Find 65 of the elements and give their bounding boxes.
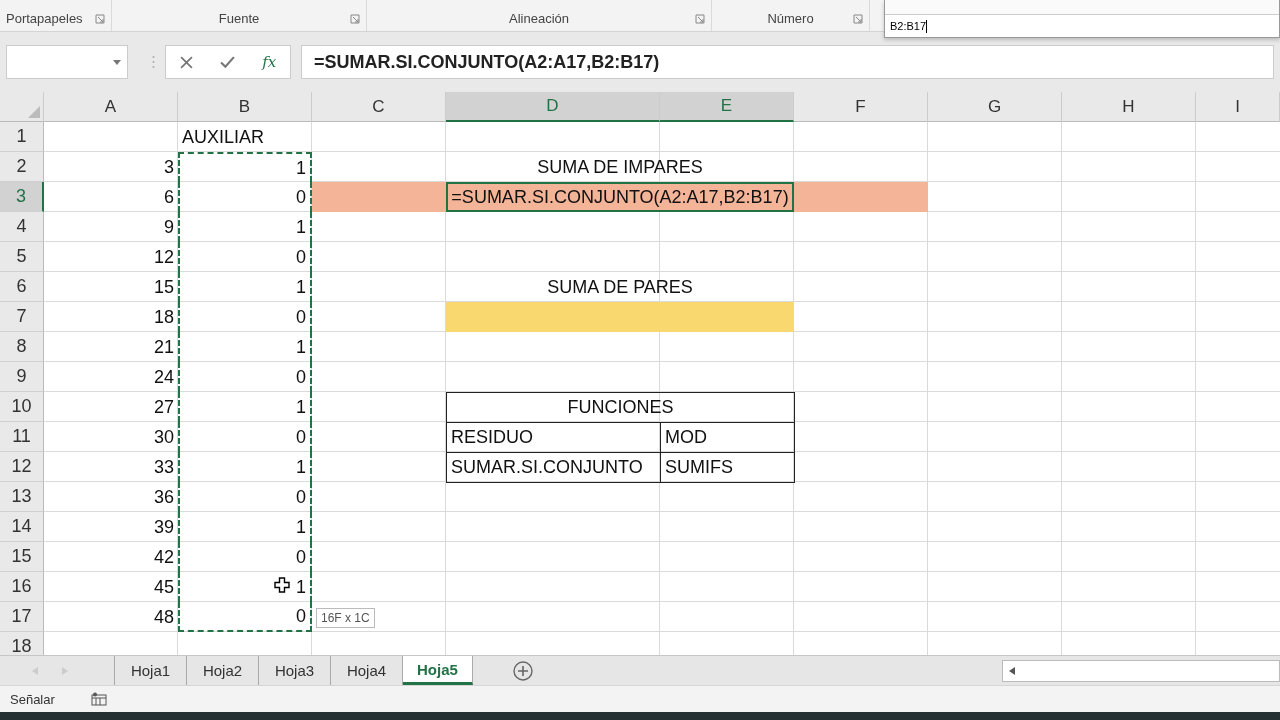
row-header[interactable]: 11: [0, 422, 44, 452]
row-header[interactable]: 8: [0, 332, 44, 362]
row-header[interactable]: 2: [0, 152, 44, 182]
table-cell: SUMAR.SI.CONJUNTO: [446, 452, 661, 483]
row-header[interactable]: 5: [0, 242, 44, 272]
dialog-launcher-icon[interactable]: [95, 14, 105, 24]
row-header[interactable]: 1: [0, 122, 44, 152]
row-header[interactable]: 15: [0, 542, 44, 572]
table-cell-text: 36: [152, 485, 175, 509]
table-cell-text: 3: [163, 155, 175, 179]
row-header[interactable]: 6: [0, 272, 44, 302]
column-header[interactable]: E: [660, 92, 794, 122]
range-input-field[interactable]: B2:B17: [885, 14, 1279, 37]
ribbon-group-label: Número: [767, 11, 814, 26]
table-cell-text: 39: [152, 515, 175, 539]
row-header[interactable]: 13: [0, 482, 44, 512]
table-cell: =SUMAR.SI.CONJUNTO(A2:A17,B2:B17): [446, 182, 794, 212]
row-header[interactable]: 12: [0, 452, 44, 482]
table-cell-text: 48: [152, 605, 175, 629]
sheet-tab[interactable]: Hoja5: [403, 656, 473, 685]
table-cell-text: 18: [152, 305, 175, 329]
insert-function-button[interactable]: fx: [262, 53, 277, 71]
table-cell-text: 27: [152, 395, 175, 419]
table-cell-text: 30: [152, 425, 175, 449]
table-cell-text: 33: [152, 455, 175, 479]
dialog-launcher-icon[interactable]: [350, 14, 360, 24]
tooltip: 16F x 1C: [316, 608, 375, 628]
check-icon[interactable]: [220, 55, 235, 69]
table-cell-text: 45: [152, 575, 175, 599]
cancel-icon[interactable]: [179, 55, 193, 69]
row-header[interactable]: 16: [0, 572, 44, 602]
row-header[interactable]: 18: [0, 632, 44, 655]
cross-cursor-icon: [274, 577, 290, 593]
row-header[interactable]: 10: [0, 392, 44, 422]
dialog-launcher-icon[interactable]: [695, 14, 705, 24]
table-cell-text: AUXILIAR: [181, 125, 266, 149]
column-header[interactable]: D: [446, 92, 660, 122]
table-cell: SUMIFS: [660, 452, 795, 483]
row-header[interactable]: 7: [0, 302, 44, 332]
table-cell-text: 24: [152, 365, 175, 389]
dialog-launcher-icon[interactable]: [853, 14, 863, 24]
ribbon-group-label: Alineación: [509, 11, 569, 26]
name-box[interactable]: [6, 45, 128, 79]
table-cell-text: 21: [152, 335, 175, 359]
ribbon-group-label: Fuente: [218, 11, 260, 26]
table-cell-text: 15: [152, 275, 175, 299]
dropdown-caret-icon: [113, 59, 121, 65]
table-cell-text: 42: [152, 545, 175, 569]
scroll-left-icon[interactable]: [1009, 666, 1015, 675]
row-header[interactable]: 14: [0, 512, 44, 542]
table-cell-text: SUMA DE PARES: [546, 275, 694, 299]
status-mode: Señalar: [10, 691, 55, 707]
formula-input-field[interactable]: =SUMAR.SI.CONJUNTO(A2:A17,B2:B17): [301, 45, 1274, 79]
row-header[interactable]: 17: [0, 602, 44, 632]
row-header[interactable]: 4: [0, 212, 44, 242]
grip-icon[interactable]: [152, 55, 155, 69]
row-header[interactable]: 3: [0, 182, 44, 212]
ribbon-group-label: Portapapeles: [6, 11, 83, 26]
table-cell-text: 12: [152, 245, 175, 269]
table-cell-text: SUMA DE IMPARES: [536, 155, 704, 179]
add-sheet-icon[interactable]: [512, 660, 533, 681]
table-cell-text: 9: [163, 215, 175, 239]
row-header[interactable]: 9: [0, 362, 44, 392]
table-cell-text: 6: [163, 185, 175, 209]
horizontal-scrollbar[interactable]: [1002, 659, 1280, 682]
